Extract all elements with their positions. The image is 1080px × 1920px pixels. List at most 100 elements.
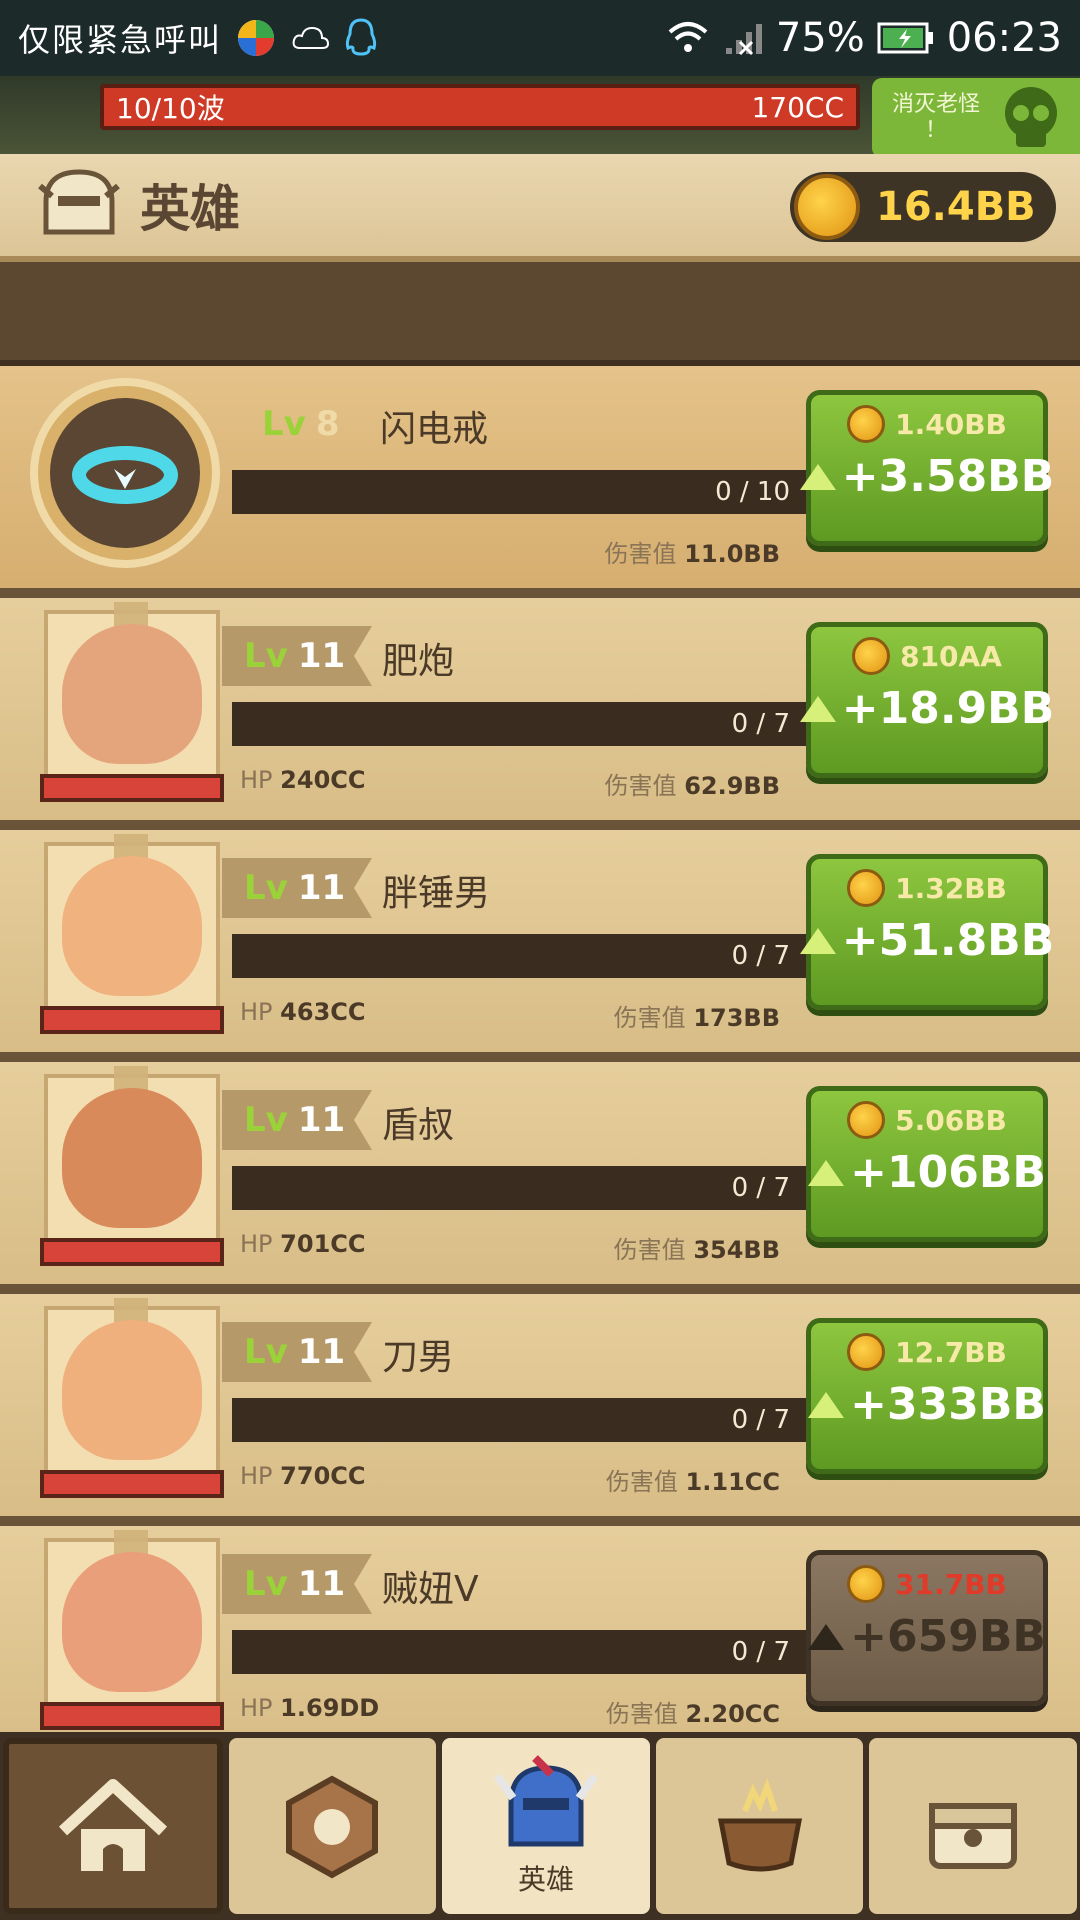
hp-value: 701CC [280, 1230, 366, 1258]
xp-text: 0 / 7 [731, 709, 790, 739]
home-icon [53, 1771, 173, 1881]
upgrade-gain: +659BB [850, 1611, 1046, 1662]
upgrade-button[interactable]: 810AA +18.9BB [799, 622, 1054, 778]
hp-stat: HP 701CC [240, 1230, 366, 1258]
page-title: 英雄 [140, 180, 240, 238]
hero-hp-bar [40, 1470, 224, 1498]
damage-stat: 伤害值 354BB [614, 1230, 780, 1265]
arrow-up-icon [808, 1159, 845, 1186]
qq-icon [344, 18, 378, 58]
coin-icon [847, 1333, 886, 1371]
hero-portrait[interactable] [44, 1298, 220, 1482]
weather-icon [290, 22, 330, 54]
hero-hp-bar [40, 1238, 224, 1266]
upgrade-cost: 5.06BB [895, 1103, 1007, 1137]
hero-name: 胖锤男 [382, 873, 491, 914]
chest-icon [918, 1776, 1028, 1876]
upgrade-button[interactable]: 1.40BB +3.58BB [799, 390, 1054, 546]
arrow-up-icon [799, 695, 836, 722]
damage-label: 伤害值 [613, 1236, 686, 1264]
level-prefix: Lv [244, 868, 288, 908]
tab-heroes[interactable]: 英雄 [442, 1738, 650, 1914]
damage-label: 伤害值 [605, 1468, 678, 1496]
damage-label: 伤害值 [605, 1700, 678, 1728]
hp-label: HP [240, 998, 273, 1026]
xp-text: 0 / 7 [731, 941, 790, 971]
bottom-nav: 英雄 [0, 1732, 1080, 1920]
level-value: 8 [315, 404, 340, 444]
fight-boss-button[interactable]: 消灭老怪 ！ [872, 78, 1080, 158]
helmet-icon [36, 166, 122, 244]
hero-row: Lv 11 贼妞V 0 / 7 HP 1.69DD 伤害值 2.20CC 31.7… [0, 1526, 1080, 1732]
hero-portrait[interactable] [44, 602, 220, 786]
gold-counter: 16.4BB [790, 172, 1056, 242]
level-tag: Lv 11 [222, 1322, 372, 1382]
damage-label: 伤害值 [604, 772, 677, 800]
tab-heroes-label: 英雄 [517, 1863, 574, 1896]
damage-value: 354BB [693, 1236, 780, 1264]
level-value: 11 [297, 1564, 346, 1604]
upgrade-button[interactable]: 5.06BB +106BB [806, 1086, 1048, 1242]
xp-bar: 0 / 7 [232, 934, 810, 978]
hp-value: 1.69DD [280, 1694, 380, 1722]
hero-row: Lv 11 刀男 0 / 7 HP 770CC 伤害值 1.11CC 12.7BB… [0, 1294, 1080, 1526]
damage-value: 1.11CC [685, 1468, 780, 1496]
battery-icon [877, 21, 935, 55]
hero-hp-bar [40, 1702, 224, 1730]
level-value: 11 [297, 1332, 346, 1372]
hero-row: Lv 11 胖锤男 0 / 7 HP 463CC 伤害值 173BB 1.32BB… [0, 830, 1080, 1062]
damage-stat: 伤害值 2.20CC [606, 1694, 780, 1729]
damage-value: 2.20CC [685, 1700, 780, 1728]
xp-bar: 0 / 7 [232, 1166, 810, 1210]
level-value: 11 [297, 868, 346, 908]
hero-row: Lv 11 肥炮 0 / 7 HP 240CC 伤害值 62.9BB 810AA … [0, 598, 1080, 830]
hero-portrait[interactable] [44, 1066, 220, 1250]
upgrade-gain: +3.58BB [841, 451, 1055, 502]
level-prefix: Lv [244, 1564, 288, 1604]
hero-portrait[interactable] [44, 834, 220, 1018]
damage-value: 62.9BB [684, 772, 780, 800]
hp-label: HP [240, 766, 273, 794]
arrow-up-icon [799, 463, 836, 490]
hero-name: 闪电戒 [380, 409, 489, 450]
level-tag: Lv 8 [240, 394, 390, 454]
xp-text: 0 / 10 [715, 477, 790, 507]
hero-portrait[interactable] [30, 378, 220, 568]
level-prefix: Lv [244, 636, 288, 676]
upgrade-button[interactable]: 31.7BB +659BB [806, 1550, 1048, 1706]
coin-icon [847, 1101, 886, 1139]
upgrade-button[interactable]: 12.7BB +333BB [806, 1318, 1048, 1474]
tab-home[interactable] [3, 1738, 223, 1914]
xp-bar: 0 / 7 [232, 1398, 810, 1442]
upgrade-button[interactable]: 1.32BB +51.8BB [799, 854, 1054, 1010]
hp-stat: HP 1.69DD [240, 1694, 379, 1722]
clock: 06:23 [946, 15, 1062, 61]
xp-text: 0 / 7 [731, 1405, 790, 1435]
skull-icon [996, 83, 1066, 153]
wave-progress-bar: 10/10波 170CC [100, 84, 860, 130]
tab-alchemy[interactable] [655, 1738, 864, 1914]
hero-helmet-icon [491, 1754, 601, 1854]
upgrade-gain: +333BB [850, 1379, 1046, 1430]
tab-chest[interactable] [869, 1738, 1077, 1914]
coin-icon [847, 869, 886, 907]
cauldron-icon [705, 1771, 815, 1881]
scroll-edge [0, 262, 1080, 366]
xp-bar: 0 / 7 [232, 702, 810, 746]
damage-label: 伤害值 [604, 540, 677, 568]
level-prefix: Lv [262, 404, 306, 444]
level-tag: Lv 11 [222, 858, 372, 918]
rune-icon [277, 1771, 387, 1881]
damage-value: 11.0BB [684, 540, 780, 568]
hp-label: HP [240, 1462, 273, 1490]
gold-amount: 16.4BB [876, 184, 1036, 230]
upgrade-cost: 31.7BB [895, 1567, 1007, 1601]
arrow-up-icon [799, 927, 836, 954]
hero-list[interactable]: Lv 8 闪电戒 0 / 10 伤害值 11.0BB 1.40BB +3.58B… [0, 262, 1080, 1732]
damage-stat: 伤害值 11.0BB [605, 534, 780, 569]
tab-runes[interactable] [228, 1738, 437, 1914]
app-icon [236, 18, 276, 58]
hp-stat: HP 770CC [240, 1462, 366, 1490]
hero-portrait[interactable] [44, 1530, 220, 1714]
enemy-hp: 170CC [751, 90, 844, 124]
